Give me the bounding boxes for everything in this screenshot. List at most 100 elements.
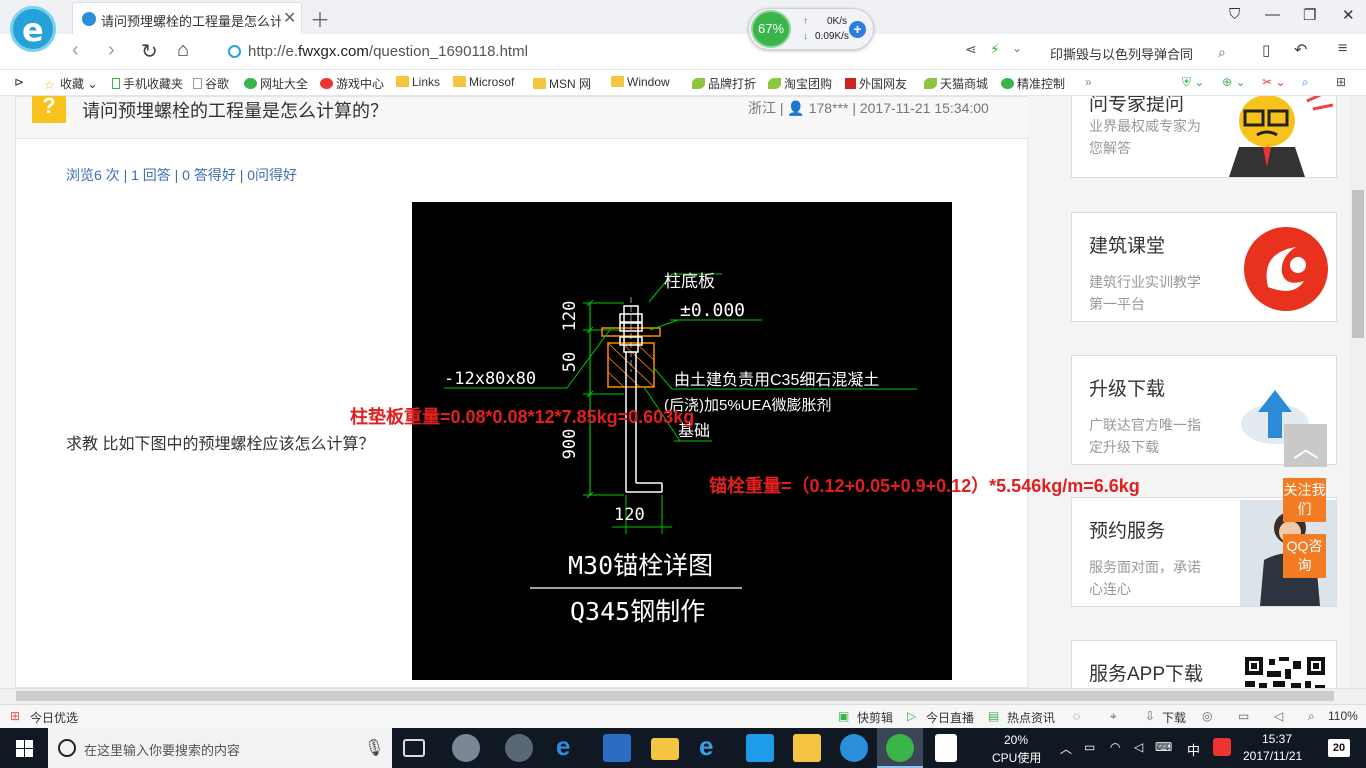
clock-date[interactable]: 2017/11/21	[1243, 749, 1302, 763]
pin-icon[interactable]: ⌖	[1110, 709, 1117, 724]
vertical-scroll-thumb[interactable]	[1352, 190, 1364, 338]
window-icon[interactable]: ▭	[1238, 709, 1249, 723]
news-icon: ▤	[988, 709, 1000, 723]
bookmark-google[interactable]: 谷歌	[193, 75, 229, 92]
menu-icon[interactable]: ≡	[1338, 40, 1347, 58]
ime-indicator[interactable]: 中	[1187, 740, 1200, 759]
card-building-class[interactable]: 建筑课堂 建筑行业实训教学第一平台	[1071, 212, 1337, 322]
file-explorer-icon[interactable]	[651, 738, 679, 760]
minimize-button[interactable]: —	[1265, 6, 1280, 23]
more-bookmarks-icon[interactable]: »	[1085, 75, 1092, 89]
search-icon[interactable]: ⌕	[1218, 44, 1226, 61]
search-box[interactable]: 印撕毁与以色列导弹合同 ⌕	[1040, 38, 1240, 66]
qq-consult-button[interactable]: QQ咨询	[1283, 534, 1326, 578]
horizontal-scroll-thumb[interactable]	[16, 691, 1334, 701]
swirl-app-icon[interactable]	[505, 734, 533, 762]
microphone-icon[interactable]: 🎙	[364, 738, 384, 758]
wifi-icon[interactable]: ◠	[1110, 740, 1120, 754]
ie-icon[interactable]: e	[699, 731, 727, 761]
keyboard-icon[interactable]: ⌨	[1155, 740, 1172, 754]
tray-chevron-up-icon[interactable]: ︿	[1060, 740, 1072, 757]
translate-icon[interactable]: ⊕ ⌄	[1222, 75, 1245, 89]
cpu-percent[interactable]: 20%	[1004, 733, 1028, 747]
anchor-bolt-drawing: 120 50 900 柱底板 ±0.000 -12x80x80 由土建负责用C3…	[412, 202, 952, 680]
share-icon[interactable]: ⋖	[965, 41, 977, 58]
bookmark-mobile[interactable]: 手机收藏夹	[112, 75, 183, 92]
bookmark-microsoft[interactable]: Microsof	[453, 75, 514, 89]
back-icon[interactable]: ‹	[72, 39, 79, 62]
browser-logo-icon[interactable]: e	[10, 6, 56, 52]
gift-icon: ⊞	[10, 709, 21, 723]
status-left[interactable]: 今日优选	[30, 709, 78, 726]
status-item-download[interactable]: 下载	[1162, 709, 1186, 726]
bookmark-links[interactable]: Links	[396, 75, 440, 89]
magnifier-icon[interactable]: ⌕	[1302, 75, 1309, 90]
status-item-live[interactable]: 今日直播	[926, 709, 974, 726]
app-plus-icon[interactable]	[746, 734, 774, 762]
battery-icon[interactable]: ▭	[1084, 740, 1095, 754]
card-app-download[interactable]: 服务APP下载	[1071, 640, 1337, 688]
volume-tray-icon[interactable]: ◁	[1134, 740, 1143, 754]
plate-spec: -12x80x80	[444, 369, 536, 389]
tab-close-icon[interactable]: ✕	[283, 8, 296, 28]
scroll-top-button[interactable]: ︿	[1284, 424, 1327, 467]
bookmark-msn[interactable]: MSN 网	[533, 75, 591, 92]
bookmark-precise[interactable]: 精准控制	[1001, 75, 1065, 92]
dim-120-bottom: 120	[614, 505, 645, 525]
swirl-logo-icon	[1244, 227, 1328, 311]
question-stats[interactable]: 浏览6 次 | 1 回答 | 0 答得好 | 0问得好	[66, 165, 297, 185]
lightning-icon[interactable]: ⚡	[990, 41, 1000, 58]
store-icon[interactable]	[603, 734, 631, 762]
bookmark-tmall[interactable]: 天猫商城	[924, 75, 988, 92]
bookmark-taobao[interactable]: 淘宝团购	[768, 75, 832, 92]
new-tab-icon[interactable]: ＋	[310, 4, 330, 33]
clock-time[interactable]: 15:37	[1262, 732, 1292, 746]
glodon-icon[interactable]	[840, 734, 868, 762]
forward-icon[interactable]: ›	[108, 39, 115, 62]
question-header: ? 请问预埋螺栓的工程量是怎么计算的？ 浙江 | 👤 178*** | 2017…	[16, 96, 1029, 139]
bookmark-favorites[interactable]: ☆ 收藏 ⌄	[44, 75, 97, 92]
refresh-icon[interactable]: ↻	[141, 39, 158, 64]
bookmark-games[interactable]: 游戏中心	[320, 75, 384, 92]
notification-count[interactable]: 20	[1328, 739, 1350, 757]
pinwheel-app-icon[interactable]	[452, 734, 480, 762]
help-app-icon[interactable]	[935, 734, 957, 762]
edge-icon[interactable]: e	[556, 731, 584, 761]
grid-icon[interactable]: ⊞	[1336, 75, 1346, 89]
follow-us-button[interactable]: 关注我们	[1283, 478, 1326, 522]
card-ask-expert[interactable]: 问专家提问 业界最权威专家为您解答	[1071, 96, 1337, 178]
accelerate-icon[interactable]: +	[849, 21, 866, 38]
chevron-down-icon[interactable]: ⌄	[1012, 41, 1022, 55]
status-item-news[interactable]: 热点资讯	[1007, 709, 1055, 726]
shield-icon[interactable]: ⛨ ⌄	[1182, 75, 1204, 90]
home-icon[interactable]: ⌂	[177, 39, 189, 62]
bookmarks-bar: ⊳ ☆ 收藏 ⌄ 手机收藏夹 谷歌 网址大全 游戏中心 Links Microso…	[0, 70, 1366, 96]
speed-gauge[interactable]: 67% ↑ 0K/s ↓ 0.09K/s +	[748, 8, 874, 50]
bookmark-hao[interactable]: 网址大全	[244, 75, 308, 92]
mobile-icon[interactable]: ▯	[1262, 41, 1270, 59]
sogou-icon[interactable]	[1213, 738, 1231, 756]
volume-icon[interactable]: ◁	[1274, 709, 1283, 723]
bookmark-brand[interactable]: 品牌打折	[692, 75, 756, 92]
browser-tab[interactable]: 请问预埋螺栓的工程量是怎么计算的？ ✕	[72, 2, 302, 34]
browser-task-icon[interactable]	[886, 734, 914, 762]
ie-mode-icon[interactable]: ◎	[1202, 709, 1212, 723]
taskbar-search[interactable]: 在这里输入你要搜索的内容 🎙	[48, 728, 392, 768]
scissors-icon[interactable]: ✂ ⌄	[1262, 75, 1285, 89]
clip-icon: ▣	[838, 709, 850, 723]
windows-start-icon[interactable]	[16, 740, 33, 757]
skin-icon[interactable]: ⛉	[1229, 6, 1240, 23]
close-button[interactable]: ✕	[1342, 6, 1355, 24]
bookmark-windows[interactable]: Window	[611, 75, 670, 89]
notes-icon[interactable]	[793, 734, 821, 762]
status-item-clip[interactable]: 快剪辑	[857, 709, 893, 726]
question-meta: 浙江 | 👤 178*** | 2017-11-21 15:34:00	[748, 100, 989, 116]
sidebar-toggle-icon[interactable]: ⊳	[14, 75, 24, 89]
maximize-button[interactable]: ❐	[1303, 6, 1316, 24]
vertical-scrollbar[interactable]	[1350, 96, 1366, 688]
task-view-icon[interactable]	[403, 739, 425, 757]
bookmark-foreign[interactable]: 外国网友	[845, 75, 907, 92]
zoom-level[interactable]: 110%	[1328, 709, 1358, 723]
speed-icon[interactable]: ◌	[1073, 709, 1080, 723]
undo-icon[interactable]: ↶	[1294, 40, 1307, 60]
